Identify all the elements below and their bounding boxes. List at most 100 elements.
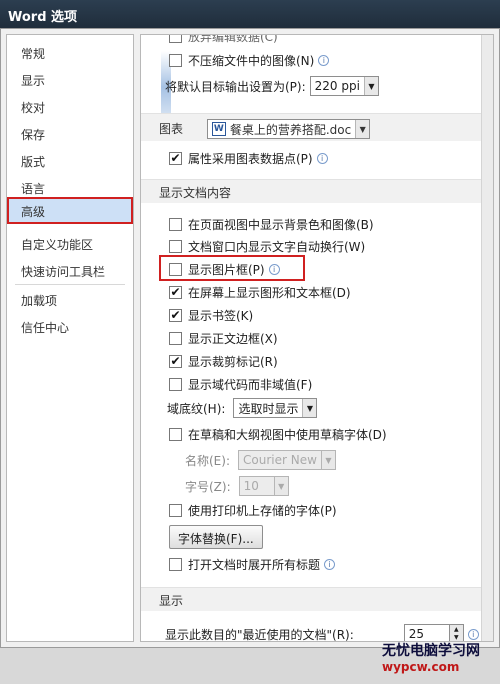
chart-section: 图表 W 餐桌上的营养搭配.doc ▼: [141, 113, 481, 141]
option-label: 不压缩文件中的图像(N): [188, 53, 315, 68]
chevron-down-icon: ▼: [302, 399, 317, 417]
option-label: 属性采用图表数据点(P): [188, 151, 313, 166]
checkbox[interactable]: [169, 557, 182, 571]
option-label: 放弃编辑数据(C): [188, 34, 278, 44]
checkbox[interactable]: ✔: [169, 308, 182, 322]
option-show-crop-marks[interactable]: ✔ 显示裁剪标记(R): [169, 352, 278, 370]
checkbox[interactable]: [169, 239, 182, 253]
option-show-drawings[interactable]: ✔ 在屏幕上显示图形和文本框(D): [169, 283, 351, 301]
option-label: 显示书签(K): [188, 308, 254, 323]
option-property-follows-chart-point[interactable]: ✔ 属性采用图表数据点(P) i: [169, 149, 328, 167]
option-show-field-codes[interactable]: 显示域代码而非域值(F): [169, 375, 312, 393]
recent-documents-label: 显示此数目的"最近使用的文档"(R):: [165, 627, 354, 642]
watermark-line1: 无忧电脑学习网: [382, 643, 480, 659]
sidebar-item-advanced[interactable]: 高级: [7, 197, 133, 224]
sidebar-item-label: 高级: [21, 205, 46, 219]
info-icon: i: [467, 628, 479, 640]
sidebar-item-display[interactable]: 显示: [7, 66, 133, 93]
option-label: 在草稿和大纲视图中使用草稿字体(D): [188, 427, 387, 442]
option-show-text-boundaries[interactable]: 显示正文边框(X): [169, 329, 278, 347]
sidebar-item-trust-center[interactable]: 信任中心: [7, 313, 133, 340]
option-label: 打开文档时展开所有标题: [188, 557, 321, 572]
options-sidebar: 常规 显示 校对 保存 版式 语言 高级 自定义功能区 快速访问工具栏 加载项 …: [6, 34, 134, 642]
display-section-header: 显示: [141, 587, 481, 611]
select-value: 220 ppi: [314, 79, 360, 93]
draft-font-name-label: 名称(E):: [185, 453, 230, 468]
field-shading-row: 域底纹(H): 选取时显示 ▼: [167, 397, 318, 419]
option-label: 在页面视图中显示背景色和图像(B): [188, 217, 374, 232]
default-resolution-label: 将默认目标输出设置为(P):: [165, 79, 306, 94]
section-title: 显示文档内容: [159, 186, 232, 200]
watermark-line2: wypcw.com: [382, 660, 460, 674]
sidebar-item-label: 显示: [21, 74, 46, 88]
checkbox[interactable]: [169, 377, 182, 391]
checkbox[interactable]: [169, 217, 182, 231]
option-label: 显示正文边框(X): [188, 331, 278, 346]
sidebar-divider: [15, 284, 125, 285]
option-use-draft-font[interactable]: 在草稿和大纲视图中使用草稿字体(D): [169, 425, 387, 443]
sidebar-item-label: 语言: [21, 182, 46, 196]
option-wrap-text[interactable]: 文档窗口内显示文字自动换行(W): [169, 237, 365, 255]
sidebar-item-typography[interactable]: 版式: [7, 147, 133, 174]
draft-font-size-label: 字号(Z):: [185, 479, 231, 494]
draft-font-name-select[interactable]: Courier New ▼: [238, 450, 336, 470]
sidebar-item-label: 常规: [21, 47, 46, 61]
default-resolution-row: 将默认目标输出设置为(P): 220 ppi ▼: [165, 75, 379, 97]
info-icon: i: [324, 558, 336, 570]
sidebar-item-general[interactable]: 常规: [7, 39, 133, 66]
chevron-down-icon: ▼: [363, 77, 378, 95]
draft-font-size-select[interactable]: 10 ▼: [238, 476, 289, 496]
highlight-annotation-box: [159, 255, 305, 281]
option-show-bookmarks[interactable]: ✔ 显示书签(K): [169, 306, 253, 324]
checkbox[interactable]: [169, 427, 182, 441]
draft-font-name-row: 名称(E): Courier New ▼: [185, 449, 336, 471]
word-document-icon: W: [211, 122, 226, 136]
option-label: 显示裁剪标记(R): [188, 354, 278, 369]
option-discard-editing-data[interactable]: 放弃编辑数据(C): [169, 34, 278, 45]
default-resolution-select[interactable]: 220 ppi ▼: [309, 76, 379, 96]
chart-document-select[interactable]: W 餐桌上的营养搭配.doc ▼: [206, 119, 371, 139]
checkbox[interactable]: ✔: [169, 354, 182, 368]
info-icon: i: [318, 54, 330, 66]
select-value: 餐桌上的营养搭配.doc: [229, 122, 352, 137]
window-titlebar: Word 选项: [0, 0, 500, 28]
option-label: 在屏幕上显示图形和文本框(D): [188, 285, 351, 300]
option-label: 显示域代码而非域值(F): [188, 377, 313, 392]
sidebar-item-quick-access-toolbar[interactable]: 快速访问工具栏: [7, 257, 133, 284]
content-scrollbar[interactable]: [481, 35, 493, 641]
chevron-down-icon: ▼: [355, 120, 370, 138]
sidebar-item-add-ins[interactable]: 加载项: [7, 286, 133, 313]
checkbox[interactable]: [169, 503, 182, 517]
checkbox[interactable]: ✔: [169, 285, 182, 299]
sidebar-item-label: 保存: [21, 128, 46, 142]
sidebar-item-label: 信任中心: [21, 321, 70, 335]
option-expand-headings[interactable]: 打开文档时展开所有标题 i: [169, 555, 336, 573]
chevron-down-icon: ▼: [320, 451, 335, 469]
sidebar-item-label: 校对: [21, 101, 46, 115]
option-label: 使用打印机上存储的字体(P): [188, 503, 337, 518]
button-label: 字体替换(F)...: [178, 532, 254, 546]
chart-section-label: 图表: [159, 122, 184, 136]
checkbox[interactable]: [169, 331, 182, 345]
option-show-background[interactable]: 在页面视图中显示背景色和图像(B): [169, 215, 374, 233]
checkbox[interactable]: [169, 35, 182, 43]
checkbox[interactable]: ✔: [169, 151, 182, 165]
advanced-options-panel: 放弃编辑数据(C) 不压缩文件中的图像(N) i 将默认目标输出设置为(P): …: [140, 34, 494, 642]
sidebar-item-save[interactable]: 保存: [7, 120, 133, 147]
site-watermark: 无忧电脑学习网 wypcw.com: [382, 640, 494, 680]
chevron-down-icon: ▼: [273, 477, 288, 495]
font-substitution-button[interactable]: 字体替换(F)...: [169, 525, 263, 549]
show-document-content-header: 显示文档内容: [141, 179, 481, 203]
sidebar-item-customize-ribbon[interactable]: 自定义功能区: [7, 230, 133, 257]
field-shading-select[interactable]: 选取时显示 ▼: [233, 398, 318, 418]
sidebar-item-label: 快速访问工具栏: [21, 265, 106, 279]
sidebar-item-proofing[interactable]: 校对: [7, 93, 133, 120]
field-shading-label: 域底纹(H):: [167, 401, 226, 416]
checkbox[interactable]: [169, 53, 182, 67]
sidebar-item-label: 加载项: [21, 294, 58, 308]
info-icon: i: [316, 152, 328, 164]
option-printer-fonts[interactable]: 使用打印机上存储的字体(P): [169, 501, 337, 519]
sidebar-item-label: 版式: [21, 155, 46, 169]
select-value: 选取时显示: [238, 401, 299, 416]
option-no-compress-images[interactable]: 不压缩文件中的图像(N) i: [169, 51, 330, 69]
